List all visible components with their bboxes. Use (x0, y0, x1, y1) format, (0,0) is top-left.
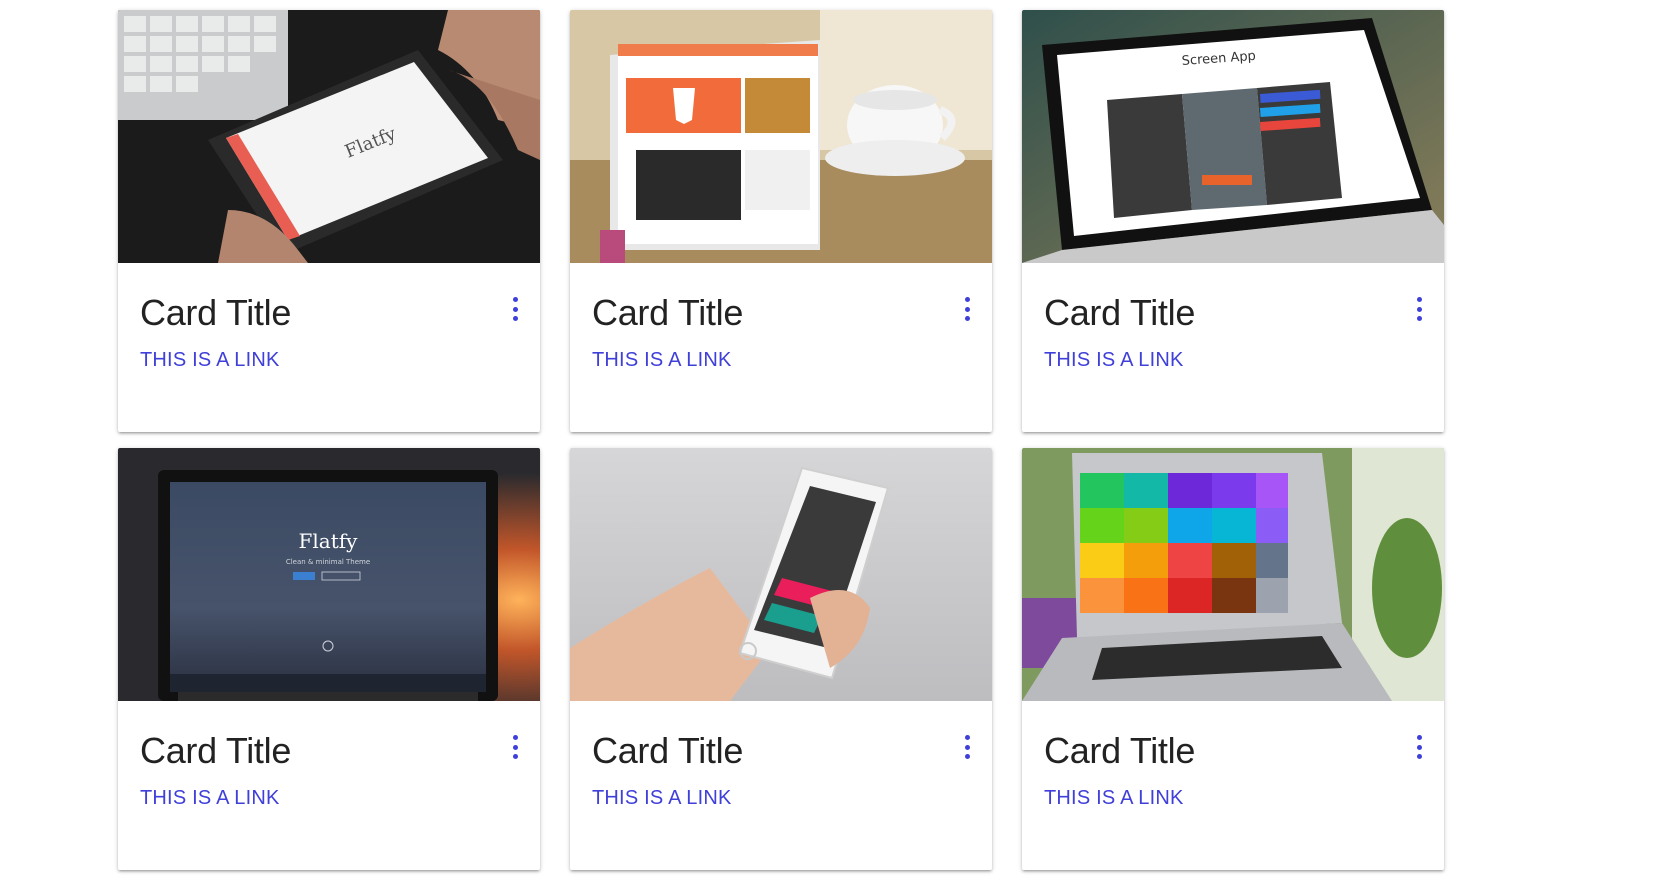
card-title: Card Title (1044, 730, 1196, 771)
card-grid: Flatfy Card Title THIS IS A LINK Card Ti… (118, 10, 1444, 870)
card-link[interactable]: THIS IS A LINK (1044, 349, 1184, 372)
more-vert-icon[interactable] (506, 295, 524, 323)
more-vert-icon[interactable] (1410, 733, 1428, 761)
card: Card Title THIS IS A LINK (570, 448, 992, 870)
card-title: Card Title (140, 730, 292, 771)
card-link[interactable]: THIS IS A LINK (592, 787, 732, 810)
card-image-laptop-colorful-grid (1022, 448, 1444, 701)
card-link[interactable]: THIS IS A LINK (140, 787, 280, 810)
screen-text: Flatfy (299, 529, 359, 553)
more-vert-icon[interactable] (958, 733, 976, 761)
more-vert-icon[interactable] (958, 295, 976, 323)
card-image-laptop-screen-app: Screen App (1022, 10, 1444, 263)
card: Card Title THIS IS A LINK (570, 10, 992, 432)
card: Screen App Card Title THIS IS A LINK (1022, 10, 1444, 432)
card-image-tablet-in-hands: Flatfy (118, 10, 540, 263)
more-vert-icon[interactable] (506, 733, 524, 761)
more-vert-icon[interactable] (1410, 295, 1428, 323)
card-title: Card Title (1044, 292, 1196, 333)
card-image-laptop-sunset: Flatfy Clean & minimal Theme (118, 448, 540, 701)
card-title: Card Title (592, 730, 744, 771)
card: Card Title THIS IS A LINK (1022, 448, 1444, 870)
card-image-tablet-and-coffee (570, 10, 992, 263)
card: Flatfy Card Title THIS IS A LINK (118, 10, 540, 432)
card: Flatfy Clean & minimal Theme Card Title … (118, 448, 540, 870)
screen-subtext: Clean & minimal Theme (286, 558, 370, 566)
card-image-phone-in-hand (570, 448, 992, 701)
card-title: Card Title (140, 292, 292, 333)
card-link[interactable]: THIS IS A LINK (1044, 787, 1184, 810)
card-link[interactable]: THIS IS A LINK (140, 349, 280, 372)
card-title: Card Title (592, 292, 744, 333)
card-link[interactable]: THIS IS A LINK (592, 349, 732, 372)
